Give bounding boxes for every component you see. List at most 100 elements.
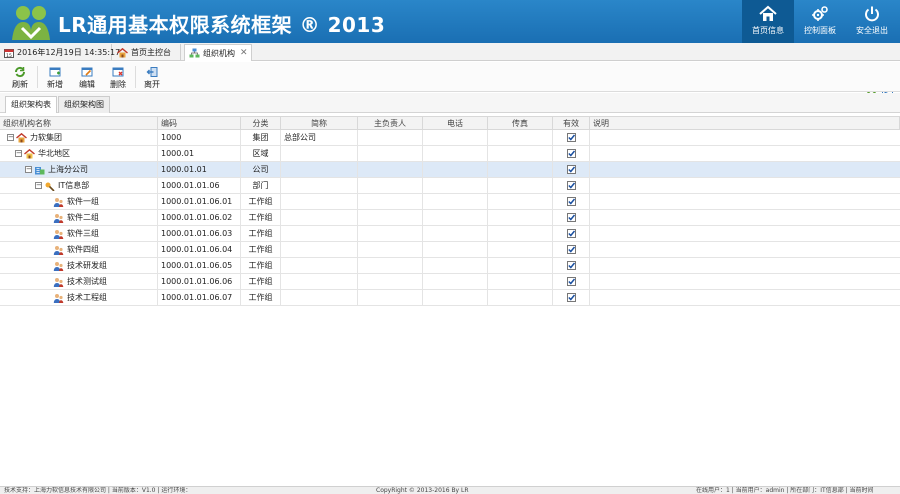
table-row[interactable]: 软件二组 1000.01.01.06.02 工作组 [0, 210, 900, 226]
cell-valid [553, 210, 590, 225]
header-description[interactable]: 说明 [590, 117, 900, 129]
header-leader[interactable]: 主负责人 [358, 117, 423, 129]
workgroup-icon [53, 277, 64, 287]
org-icon [189, 48, 200, 58]
cell-category: 区域 [241, 146, 281, 161]
refresh-label: 刷新 [12, 80, 28, 89]
header-short-name[interactable]: 简称 [281, 117, 358, 129]
cell-phone [423, 130, 488, 145]
cell-category: 工作组 [241, 226, 281, 241]
collapse-toggle-icon[interactable]: − [25, 166, 32, 173]
header-phone[interactable]: 电话 [423, 117, 488, 129]
table-row[interactable]: 技术测试组 1000.01.01.06.06 工作组 [0, 274, 900, 290]
collapse-toggle-icon[interactable]: − [15, 150, 22, 157]
cell-fax [488, 210, 553, 225]
cell-leader [358, 210, 423, 225]
refresh-button[interactable]: 刷新 [5, 64, 35, 90]
header-name[interactable]: 组织机构名称 [0, 117, 158, 129]
cell-valid [553, 258, 590, 273]
header-code[interactable]: 编码 [158, 117, 241, 129]
tab-org-chart[interactable]: 组织架构图 [58, 96, 110, 113]
table-row[interactable]: 软件三组 1000.01.01.06.03 工作组 [0, 226, 900, 242]
edit-label: 编辑 [79, 80, 95, 89]
delete-button[interactable]: 删除 [103, 64, 133, 90]
tree-node: 软件四组 [3, 242, 157, 257]
table-row[interactable]: − IT信息部 1000.01.01.06 部门 [0, 178, 900, 194]
svg-text:15: 15 [6, 53, 12, 58]
cell-description [590, 162, 900, 177]
table-row[interactable]: − 上海分公司 1000.01.01 公司 [0, 162, 900, 178]
tree-node: − 力软集团 [3, 130, 157, 145]
table-row[interactable]: 软件一组 1000.01.01.06.01 工作组 [0, 194, 900, 210]
cell-valid [553, 178, 590, 193]
cell-fax [488, 290, 553, 305]
cell-phone [423, 290, 488, 305]
nav-control-label: 控制面板 [804, 26, 836, 35]
cell-name: − 华北地区 [0, 146, 158, 161]
add-icon [49, 67, 61, 77]
cell-description [590, 130, 900, 145]
node-label: 技术工程组 [67, 293, 107, 302]
cell-code: 1000.01.01.06.05 [158, 258, 241, 273]
cell-fax [488, 194, 553, 209]
refresh-icon [14, 66, 26, 78]
table-row[interactable]: − 力软集团 1000 集团 总部公司 [0, 130, 900, 146]
nav-home-button[interactable]: 首页信息 [742, 0, 794, 43]
workgroup-icon [53, 245, 64, 255]
cell-description [590, 226, 900, 241]
leave-button[interactable]: 离开 [137, 64, 167, 90]
node-label: 软件二组 [67, 213, 99, 222]
cell-category: 工作组 [241, 258, 281, 273]
add-label: 新增 [47, 80, 63, 89]
cell-name: 软件一组 [0, 194, 158, 209]
cell-leader [358, 178, 423, 193]
tab-organization[interactable]: 组织机构 ✕ [184, 44, 252, 61]
status-bar: 技术支持：上海力软信息技术有限公司 | 当前版本：V1.0 | 运行环境： Co… [0, 486, 900, 494]
cell-category: 公司 [241, 162, 281, 177]
cell-phone [423, 146, 488, 161]
logo-icon [12, 6, 50, 40]
cell-name: 软件三组 [0, 226, 158, 241]
checkmark-icon [566, 133, 576, 142]
cell-fax [488, 274, 553, 289]
table-row[interactable]: 技术工程组 1000.01.01.06.07 工作组 [0, 290, 900, 306]
tab-org-table[interactable]: 组织架构表 [5, 96, 57, 113]
checkmark-icon [566, 261, 576, 270]
toolbar: 刷新 新增 编辑 删除 离开 [0, 62, 900, 92]
cell-category: 工作组 [241, 210, 281, 225]
nav-logout-button[interactable]: 安全退出 [846, 0, 898, 43]
edit-button[interactable]: 编辑 [72, 64, 102, 90]
footer-support: 技术支持：上海力软信息技术有限公司 | 当前版本：V1.0 | 运行环境： [4, 487, 192, 494]
cell-description [590, 210, 900, 225]
cell-description [590, 242, 900, 257]
tab-home-console[interactable]: 首页主控台 [113, 44, 181, 61]
cell-name: − IT信息部 [0, 178, 158, 193]
add-button[interactable]: 新增 [40, 64, 70, 90]
collapse-toggle-icon[interactable]: − [35, 182, 42, 189]
tab-close-icon[interactable]: ✕ [240, 48, 248, 58]
toolbar-divider [135, 66, 136, 88]
date-display: 15 2016年12月19日 14:35:17 [0, 44, 120, 61]
tree-node: − IT信息部 [3, 178, 157, 193]
header-fax[interactable]: 传真 [488, 117, 553, 129]
cell-short-name [281, 162, 358, 177]
cell-valid [553, 274, 590, 289]
cell-valid [553, 162, 590, 177]
cell-short-name [281, 226, 358, 241]
collapse-toggle-icon[interactable]: − [7, 134, 14, 141]
table-row[interactable]: 软件四组 1000.01.01.06.04 工作组 [0, 242, 900, 258]
header-valid[interactable]: 有效 [553, 117, 590, 129]
node-label: IT信息部 [58, 181, 90, 190]
header-category[interactable]: 分类 [241, 117, 281, 129]
node-label: 软件三组 [67, 229, 99, 238]
table-row[interactable]: 技术研发组 1000.01.01.06.05 工作组 [0, 258, 900, 274]
checkmark-icon [566, 165, 576, 174]
nav-control-panel-button[interactable]: 控制面板 [794, 0, 846, 43]
checkmark-icon [566, 181, 576, 190]
home-icon [117, 47, 128, 58]
cell-name: 技术研发组 [0, 258, 158, 273]
checkmark-icon [566, 213, 576, 222]
cell-name: 软件四组 [0, 242, 158, 257]
table-row[interactable]: − 华北地区 1000.01 区域 [0, 146, 900, 162]
cell-leader [358, 226, 423, 241]
